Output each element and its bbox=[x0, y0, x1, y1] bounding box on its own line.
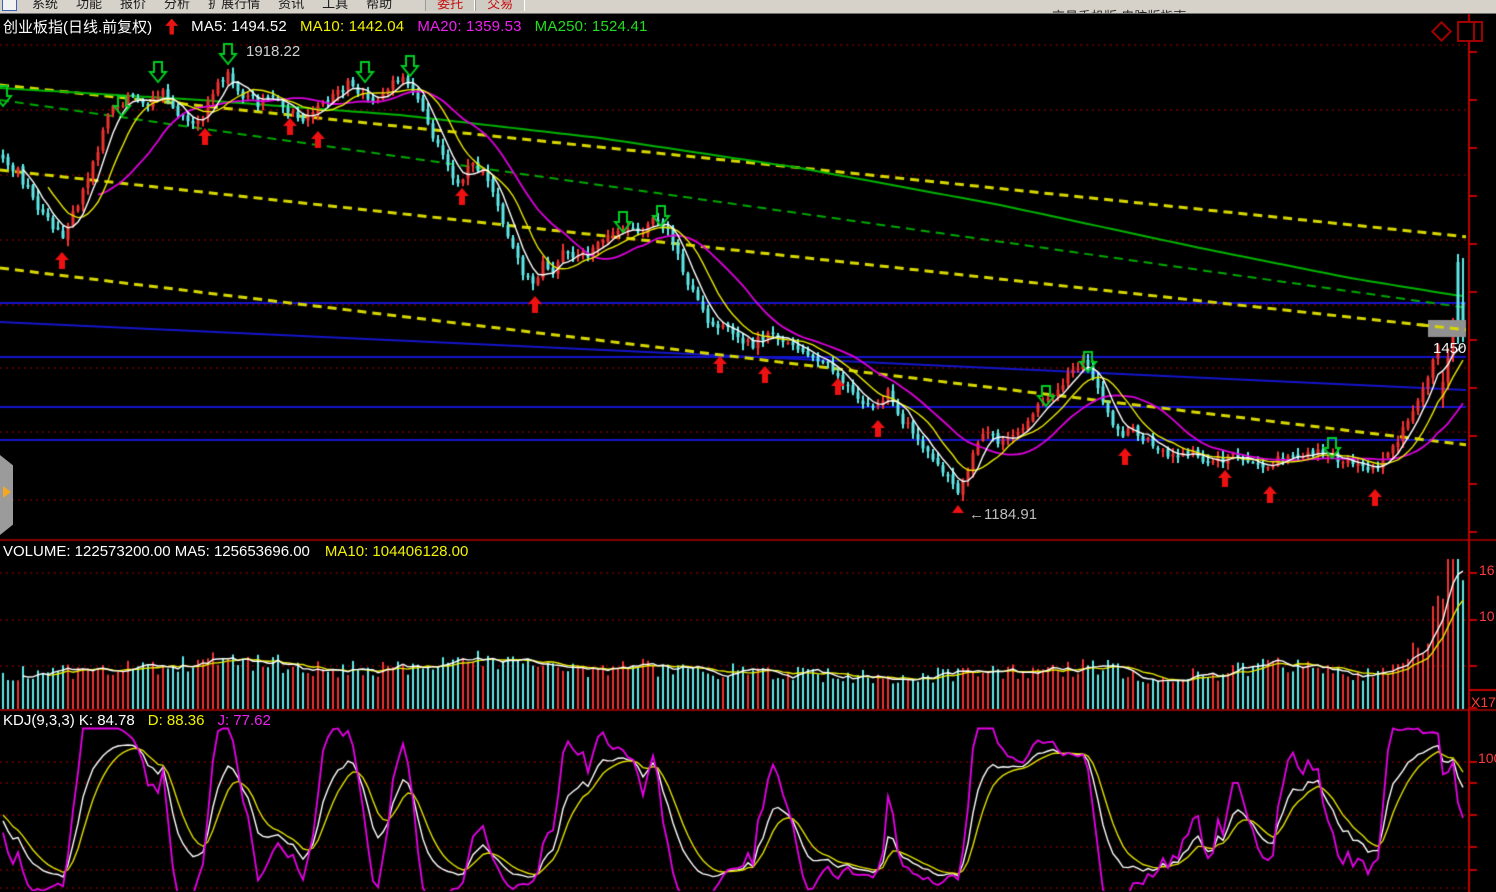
menu-bar: 系统功能报价分析扩展行情资讯工具帮助 委托交易 交易手机版·电脑版指南 bbox=[0, 0, 1496, 14]
hot-button-0[interactable]: 委托 bbox=[425, 0, 476, 11]
chart-title-row: 创业板指(日线.前复权) MA5: 1494.52 MA10: 1442.04 MA… bbox=[3, 16, 648, 37]
menu-item-2[interactable]: 报价 bbox=[111, 0, 155, 11]
menu-item-5[interactable]: 资讯 bbox=[269, 0, 313, 11]
window-divider bbox=[1472, 23, 1475, 40]
price-chart-canvas[interactable] bbox=[0, 0, 1496, 892]
menu-bar-row: 系统 功能 报价 分析 扩展行情 资讯 工具 帮助 委托 交易 bbox=[0, 0, 1496, 13]
kdj-label-row: KDJ(9,3,3) K: 84.78 D: 88.36 J: 77.62 bbox=[3, 712, 271, 729]
split-window-icon[interactable] bbox=[1457, 21, 1483, 42]
last-price-label: 1450 bbox=[1433, 340, 1467, 357]
volume-value-label: VOLUME: 122573200.00 MA5: 125653696.00 bbox=[3, 543, 310, 560]
app-icon[interactable] bbox=[2, 0, 17, 11]
hot-buttons-group: 委托 交易 bbox=[401, 0, 526, 12]
trading-terminal-window: 系统功能报价分析扩展行情资讯工具帮助 委托交易 交易手机版·电脑版指南 创业板指… bbox=[0, 0, 1496, 892]
kdj-scale-label: 100 bbox=[1478, 750, 1496, 766]
menu-item-1[interactable]: 功能 bbox=[67, 0, 111, 11]
kdj-j-label: J: 77.62 bbox=[217, 712, 271, 729]
up-trend-arrow-icon bbox=[165, 18, 179, 35]
volume-scale-label-1: 16 bbox=[1479, 562, 1495, 578]
volume-label-row: VOLUME: 122573200.00 MA5: 125653696.00 M… bbox=[3, 543, 468, 560]
volume-ma10-label: MA10: 104406128.00 bbox=[324, 543, 469, 560]
ma-label-3: MA250: 1524.41 bbox=[534, 18, 648, 35]
hot-button-1[interactable]: 交易 bbox=[475, 0, 526, 11]
ma-label-2: MA20: 1359.53 bbox=[417, 18, 522, 35]
ma-label-0: MA5: 1494.52 bbox=[191, 18, 287, 35]
low-price-annotation: ←1184.91 bbox=[969, 506, 1038, 523]
menu-item-6[interactable]: 工具 bbox=[313, 0, 357, 11]
expand-right-arrow-icon bbox=[3, 486, 11, 498]
volume-scale-label-2: 10 bbox=[1479, 608, 1495, 624]
kdj-d-label: D: 88.36 bbox=[147, 712, 205, 729]
ma-labels-group: MA5: 1494.52 MA10: 1442.04 MA20: 1359.53 MA… bbox=[191, 18, 647, 35]
kdj-k-label: KDJ(9,3,3) K: 84.78 bbox=[3, 712, 135, 729]
menu-item-7[interactable]: 帮助 bbox=[357, 0, 401, 11]
sidebar-expand-handle[interactable] bbox=[0, 455, 13, 535]
menu-item-0[interactable]: 系统 bbox=[23, 0, 67, 11]
volume-multiplier-label: X17 bbox=[1471, 694, 1496, 710]
menu-item-3[interactable]: 分析 bbox=[155, 0, 199, 11]
ma-label-1: MA10: 1442.04 bbox=[299, 18, 405, 35]
menu-bar-right-text: 交易手机版·电脑版指南 bbox=[1052, 6, 1186, 13]
menu-items-group: 系统 功能 报价 分析 扩展行情 资讯 工具 帮助 bbox=[23, 0, 401, 12]
high-price-annotation: 1918.22 bbox=[246, 43, 301, 60]
menu-item-4[interactable]: 扩展行情 bbox=[199, 0, 269, 11]
instrument-title: 创业板指(日线.前复权) bbox=[3, 19, 153, 36]
